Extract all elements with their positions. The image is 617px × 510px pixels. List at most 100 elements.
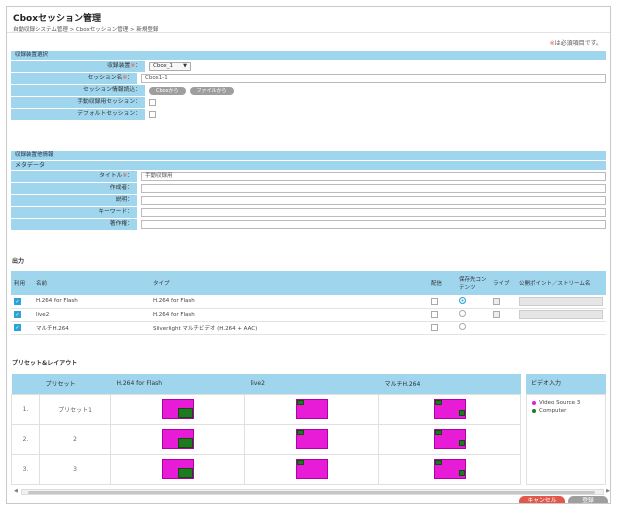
col-name: 名前 [33, 271, 150, 295]
video-input-header: ビデオ入力 [526, 374, 606, 394]
preset-row[interactable]: 2. 2 [11, 423, 521, 455]
output-use-checkbox[interactable]: ✓ [14, 324, 21, 331]
title-row: タイトル※： 手動収録用 [11, 170, 606, 182]
layout-pip [177, 408, 193, 419]
preset-row[interactable]: 3. 3 [11, 453, 521, 486]
device-section: 収録装置選択 収録装置※： Cbox_1 ▼ セッション名※： Cbox1-1 セ… [11, 51, 606, 120]
video-input-panel: ビデオ入力 Video Source 3 Computer [526, 374, 606, 485]
session-name-input[interactable]: Cbox1-1 [141, 74, 606, 83]
output-live-checkbox[interactable] [493, 297, 500, 305]
horizontal-scrollbar[interactable]: ◀ ▶ [14, 488, 610, 495]
preset-section: プリセット&レイアウト プリセット H.264 for Flash live2 … [11, 359, 606, 486]
preset-table: プリセット H.264 for Flash live2 マルチH.264 1. プ… [11, 374, 521, 486]
breadcrumb[interactable]: 自動収録システム管理 > Cboxセッション管理 > 新規登録 [13, 25, 604, 33]
session-read-row: セッション情報読込： Cboxから ファイルから [11, 84, 606, 96]
title-label: タイトル※： [11, 171, 137, 182]
page-header: Cboxセッション管理 自動収録システム管理 > Cboxセッション管理 > 新… [7, 7, 610, 33]
keyword-label: キーワード： [11, 207, 137, 218]
layout-pip [434, 460, 442, 466]
output-target-radio[interactable] [459, 310, 466, 317]
output-type: H.264 for Flash [150, 308, 428, 322]
col-type: タイプ [150, 271, 428, 295]
layout-thumbnail[interactable] [433, 429, 466, 450]
output-name: live2 [33, 308, 150, 322]
output-distribution-checkbox[interactable] [431, 297, 438, 305]
copyright-input[interactable] [141, 220, 606, 229]
title-input[interactable]: 手動収録用 [141, 172, 606, 181]
register-button[interactable]: 登録 [568, 496, 608, 503]
preset-number: 2. [11, 423, 40, 455]
legend-item: Computer [532, 407, 600, 415]
output-row: ✓ マルチH.264 Silverlight マルチビデオ (H.264 + AAC… [11, 321, 606, 335]
preset-number: 1. [11, 393, 40, 425]
copyright-row: 著作権： [11, 218, 606, 230]
output-target-radio[interactable] [459, 323, 466, 330]
video-input-legend: Video Source 3 Computer [526, 394, 606, 485]
layout-thumbnail[interactable] [295, 429, 328, 450]
output-target-radio[interactable] [459, 296, 466, 304]
layout-thumbnail[interactable] [161, 459, 194, 480]
default-session-checkbox[interactable] [149, 111, 156, 118]
layout-pip [458, 470, 465, 477]
layout-thumbnail[interactable] [161, 399, 194, 420]
manual-session-row: 手動収録用セッション： [11, 96, 606, 108]
col-live2: live2 [244, 374, 379, 394]
output-publish-input[interactable] [519, 310, 603, 319]
scroll-right-icon[interactable]: ▶ [606, 488, 610, 494]
output-use-checkbox[interactable]: ✓ [14, 311, 21, 318]
output-use-checkbox[interactable]: ✓ [14, 297, 21, 305]
preset-name: 2 [39, 423, 111, 455]
description-row: 説明： [11, 194, 606, 206]
layout-thumbnail[interactable] [433, 399, 466, 420]
output-name: マルチH.264 [33, 321, 150, 335]
layout-pip [434, 400, 442, 406]
layout-thumbnail[interactable] [295, 399, 328, 420]
col-h264-flash: H.264 for Flash [110, 374, 245, 394]
load-from-cbox-button[interactable]: Cboxから [149, 86, 186, 95]
col-live: ライブ [490, 271, 516, 295]
col-number [11, 374, 40, 394]
layout-thumbnail[interactable] [295, 459, 328, 480]
keyword-input[interactable] [141, 208, 606, 217]
scroll-left-icon[interactable]: ◀ [14, 488, 18, 494]
output-type: Silverlight マルチビデオ (H.264 + AAC) [150, 321, 428, 335]
layout-thumbnail[interactable] [433, 459, 466, 480]
device-select[interactable]: Cbox_1 ▼ [149, 62, 191, 71]
scrollbar-thumb[interactable] [28, 491, 595, 494]
layout-thumbnail[interactable] [161, 429, 194, 450]
col-publish-point: 公開ポイント／ストリーム名 [516, 271, 606, 295]
col-preset: プリセット [39, 374, 111, 394]
col-multi-h264: マルチH.264 [378, 374, 521, 394]
default-session-label: デフォルトセッション： [11, 109, 145, 120]
description-input[interactable] [141, 196, 606, 205]
page-title: Cboxセッション管理 [13, 14, 102, 24]
default-session-row: デフォルトセッション： [11, 108, 606, 120]
output-section-title: 出力 [12, 258, 25, 265]
required-note-text: は必須項目です。 [554, 40, 602, 47]
layout-pip [296, 460, 304, 466]
output-row: ✓ live2 H.264 for Flash [11, 308, 606, 322]
output-table: 利用 名前 タイプ 配信 保存先コンテンツ ライブ 公開ポイント／ストリーム名 … [11, 271, 606, 335]
output-live-checkbox[interactable] [493, 311, 500, 318]
app-window: Cboxセッション管理 自動収録システム管理 > Cboxセッション管理 > 新… [6, 6, 611, 504]
device-row: 収録装置※： Cbox_1 ▼ [11, 60, 606, 72]
author-label: 作成者： [11, 183, 137, 194]
col-use: 利用 [11, 271, 33, 295]
cancel-button[interactable]: キャンセル [519, 496, 565, 503]
preset-name: 3 [39, 453, 111, 486]
preset-name: プリセット1 [39, 393, 111, 425]
copyright-label: 著作権： [11, 219, 137, 230]
output-distribution-checkbox[interactable] [431, 311, 438, 318]
layout-pip [296, 430, 304, 436]
layout-pip [434, 430, 442, 436]
layout-pip [177, 438, 193, 449]
load-from-file-button[interactable]: ファイルから [189, 86, 234, 95]
output-distribution-checkbox[interactable] [431, 324, 438, 331]
output-name: H.264 for Flash [33, 295, 150, 309]
preset-row[interactable]: 1. プリセット1 [11, 393, 521, 425]
author-input[interactable] [141, 184, 606, 193]
manual-session-checkbox[interactable] [149, 99, 156, 106]
metadata-section: 収録装置他情報 メタデータ タイトル※： 手動収録用 作成者： 説明： キーワー… [11, 151, 606, 230]
output-publish-input[interactable] [519, 296, 603, 306]
manual-session-label: 手動収録用セッション： [11, 97, 145, 108]
